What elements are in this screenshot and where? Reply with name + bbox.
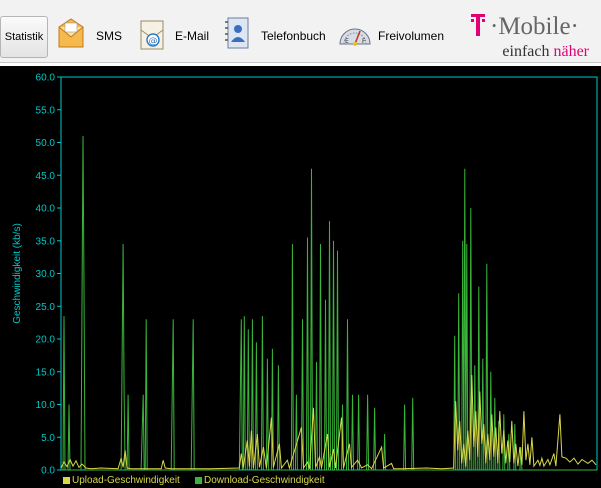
y-tick-label: 45.0 xyxy=(36,171,56,182)
y-tick-label: 55.0 xyxy=(36,105,56,116)
legend-item-upload: Upload-Geschwindigkeit xyxy=(63,475,180,486)
tmobile-logo: ·Mobile· einfach näher xyxy=(466,4,601,60)
svg-text:@: @ xyxy=(149,37,158,47)
email-button[interactable]: @ E-Mail xyxy=(138,13,209,58)
y-tick-label: 25.0 xyxy=(36,302,56,313)
y-tick-label: 30.0 xyxy=(36,269,56,280)
tmobile-tagline: einfach näher xyxy=(502,43,589,61)
speed-chart: 0.05.010.015.020.025.030.035.040.045.050… xyxy=(12,73,598,477)
telefonbuch-label: Telefonbuch xyxy=(261,28,326,43)
sms-button[interactable]: SMS xyxy=(56,13,122,58)
sms-label: SMS xyxy=(96,28,123,43)
y-tick-label: 20.0 xyxy=(36,335,56,346)
series-line-download xyxy=(61,135,597,471)
legend-label-download: Download-Geschwindigkeit xyxy=(204,475,325,486)
phonebook-icon xyxy=(225,17,249,49)
y-tick-label: 60.0 xyxy=(36,73,56,84)
legend-label-upload: Upload-Geschwindigkeit xyxy=(72,475,180,486)
statistik-button[interactable]: Statistik xyxy=(0,16,48,58)
email-label: E-Mail xyxy=(175,28,210,43)
y-axis-label: Geschwindigkeit (kb/s) xyxy=(12,223,23,324)
y-tick-label: 15.0 xyxy=(36,367,56,378)
y-tick-label: 40.0 xyxy=(36,204,56,215)
telefonbuch-button[interactable]: Telefonbuch xyxy=(223,13,326,58)
y-tick-label: 10.0 xyxy=(36,400,56,411)
svg-text:F: F xyxy=(362,38,366,45)
chart-legend: Upload-Geschwindigkeit Download-Geschwin… xyxy=(0,474,601,488)
y-tick-label: 35.0 xyxy=(36,236,56,247)
chart-area: 0.0 5.0 10.0 15.0 20.0 25.0 30.0 35.0 40.0 45.0 50… xyxy=(0,66,601,488)
tagline-accent: näher xyxy=(553,43,589,60)
freivolumen-label: Freivolumen xyxy=(378,28,445,43)
legend-swatch-download xyxy=(195,477,202,484)
statistik-label: Statistik xyxy=(4,31,44,43)
sms-envelope-icon xyxy=(58,18,84,48)
toolbar: Statistik SMS @ E-Mail Telefonbuch E F F… xyxy=(0,0,601,63)
tmobile-logo-text: ·Mobile· xyxy=(490,13,579,40)
tagline-prefix: einfach xyxy=(502,43,554,60)
tmobile-logo-mark: ·Mobile· xyxy=(471,13,579,40)
y-tick-label: 5.0 xyxy=(41,433,55,444)
legend-item-download: Download-Geschwindigkeit xyxy=(195,475,325,486)
svg-text:E: E xyxy=(345,38,349,45)
gauge-icon: E F xyxy=(339,28,371,46)
y-tick-label: 50.0 xyxy=(36,138,56,149)
email-icon: @ xyxy=(140,20,164,50)
freivolumen-button[interactable]: E F Freivolumen xyxy=(338,13,444,58)
legend-swatch-upload xyxy=(63,477,70,484)
